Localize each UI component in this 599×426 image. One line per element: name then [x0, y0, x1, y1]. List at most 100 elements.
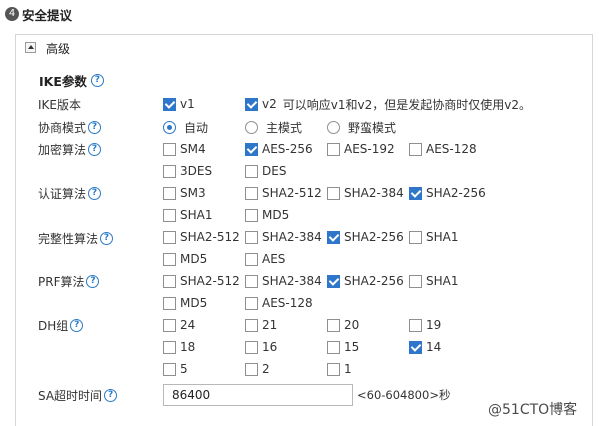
- checkbox-icon[interactable]: [245, 340, 258, 354]
- prf-option[interactable]: MD5: [163, 295, 207, 311]
- checkbox-icon[interactable]: [409, 186, 422, 200]
- checkbox-icon[interactable]: [245, 142, 258, 156]
- checkbox-icon[interactable]: [245, 362, 258, 376]
- checkbox-icon[interactable]: [245, 186, 258, 200]
- help-icon[interactable]: ?: [86, 274, 100, 288]
- checkbox-icon[interactable]: [163, 208, 176, 222]
- authentication-option[interactable]: SHA2-512: [245, 185, 322, 201]
- authentication-option[interactable]: SM3: [163, 185, 206, 201]
- checkbox-icon[interactable]: [409, 274, 422, 288]
- checkbox-icon[interactable]: [327, 362, 340, 376]
- checkbox-icon[interactable]: [245, 230, 258, 244]
- checkbox-icon[interactable]: [409, 318, 422, 332]
- checkbox-icon[interactable]: [245, 208, 258, 222]
- dh-option[interactable]: 18: [163, 339, 195, 355]
- encryption-option[interactable]: AES-256: [245, 141, 313, 157]
- prf-option[interactable]: AES-128: [245, 295, 313, 311]
- help-icon[interactable]: ?: [104, 388, 118, 402]
- help-icon[interactable]: ?: [88, 186, 102, 200]
- encryption-option[interactable]: AES-192: [327, 141, 395, 157]
- authentication-option[interactable]: SHA1: [163, 207, 212, 223]
- dh-option[interactable]: 19: [409, 317, 441, 333]
- checkbox-icon[interactable]: [163, 296, 176, 310]
- checkbox-icon[interactable]: [327, 186, 340, 200]
- mode-radio-option[interactable]: 自动: [163, 119, 208, 135]
- encryption-option-label: AES-128: [426, 142, 477, 156]
- checkbox-icon[interactable]: [245, 274, 258, 288]
- checkbox-icon[interactable]: [245, 252, 258, 266]
- ike-v2-checkbox[interactable]: v2 可以响应v1和v2，但是发起协商时仅使用v2。: [245, 96, 531, 112]
- dh-option-label: 18: [180, 340, 196, 354]
- prf-option-label: SHA2-256: [344, 274, 404, 288]
- checkbox-icon[interactable]: [163, 230, 176, 244]
- checkbox-icon[interactable]: [245, 296, 258, 310]
- dh-option[interactable]: 24: [163, 317, 195, 333]
- checkbox-icon[interactable]: [245, 318, 258, 332]
- authentication-option[interactable]: SHA2-256: [409, 185, 486, 201]
- checkbox-icon[interactable]: [409, 340, 422, 354]
- prf-option[interactable]: SHA2-384: [245, 273, 322, 289]
- checkbox-icon[interactable]: [245, 97, 258, 111]
- checkbox-icon[interactable]: [409, 230, 422, 244]
- help-icon[interactable]: ?: [90, 74, 104, 87]
- dh-option[interactable]: 21: [245, 317, 277, 333]
- integrity-option[interactable]: MD5: [163, 251, 207, 267]
- integrity-option[interactable]: SHA1: [409, 229, 458, 245]
- checkbox-icon[interactable]: [327, 318, 340, 332]
- checkbox-icon[interactable]: [163, 362, 176, 376]
- mode-radio-option[interactable]: 野蛮模式: [327, 119, 396, 135]
- prf-label-text: PRF算法: [38, 274, 85, 289]
- ike-v1-checkbox[interactable]: v1: [163, 96, 195, 112]
- dh-option[interactable]: 1: [327, 361, 352, 377]
- checkbox-icon[interactable]: [327, 274, 340, 288]
- radio-icon[interactable]: [327, 120, 340, 134]
- checkbox-icon[interactable]: [327, 340, 340, 354]
- authentication-option-label: SHA1: [180, 208, 213, 222]
- dh-label-text: DH组: [38, 318, 69, 333]
- checkbox-icon[interactable]: [163, 186, 176, 200]
- sa-timeout-input[interactable]: [163, 384, 353, 406]
- checkbox-icon[interactable]: [163, 340, 176, 354]
- checkbox-icon[interactable]: [327, 142, 340, 156]
- radio-icon[interactable]: [163, 120, 176, 134]
- dh-option[interactable]: 20: [327, 317, 359, 333]
- authentication-option-label: SHA2-384: [344, 186, 404, 200]
- dh-option[interactable]: 15: [327, 339, 359, 355]
- dh-option[interactable]: 16: [245, 339, 277, 355]
- dh-option-label: 1: [344, 362, 352, 376]
- checkbox-icon[interactable]: [163, 318, 176, 332]
- authentication-option[interactable]: SHA2-384: [327, 185, 404, 201]
- prf-option[interactable]: SHA2-512: [163, 273, 240, 289]
- checkbox-icon[interactable]: [163, 142, 176, 156]
- integrity-option[interactable]: SHA2-256: [327, 229, 404, 245]
- help-icon[interactable]: ?: [100, 231, 114, 245]
- mode-radio-option[interactable]: 主模式: [245, 119, 302, 135]
- checkbox-icon[interactable]: [163, 252, 176, 266]
- integrity-option[interactable]: SHA2-512: [163, 229, 240, 245]
- checkbox-icon[interactable]: [163, 97, 176, 111]
- help-icon[interactable]: ?: [88, 142, 102, 156]
- encryption-option[interactable]: 3DES: [163, 163, 212, 179]
- integrity-option[interactable]: SHA2-384: [245, 229, 322, 245]
- dh-option[interactable]: 2: [245, 361, 270, 377]
- checkbox-icon[interactable]: [163, 274, 176, 288]
- checkbox-icon[interactable]: [327, 230, 340, 244]
- help-icon[interactable]: ?: [88, 120, 102, 134]
- encryption-option[interactable]: SM4: [163, 141, 206, 157]
- encryption-option[interactable]: DES: [245, 163, 286, 179]
- encryption-option-label: DES: [262, 164, 287, 178]
- prf-option[interactable]: SHA1: [409, 273, 458, 289]
- dh-option[interactable]: 14: [409, 339, 441, 355]
- authentication-option[interactable]: MD5: [245, 207, 289, 223]
- checkbox-icon[interactable]: [163, 164, 176, 178]
- mode-option-label: 野蛮模式: [348, 120, 397, 135]
- prf-option[interactable]: SHA2-256: [327, 273, 404, 289]
- checkbox-icon[interactable]: [409, 142, 422, 156]
- dh-option[interactable]: 5: [163, 361, 188, 377]
- radio-icon[interactable]: [245, 120, 258, 134]
- checkbox-icon[interactable]: [245, 164, 258, 178]
- encryption-option[interactable]: AES-128: [409, 141, 477, 157]
- collapse-toggle-icon[interactable]: [25, 42, 36, 53]
- integrity-option[interactable]: AES: [245, 251, 285, 267]
- help-icon[interactable]: ?: [70, 318, 84, 332]
